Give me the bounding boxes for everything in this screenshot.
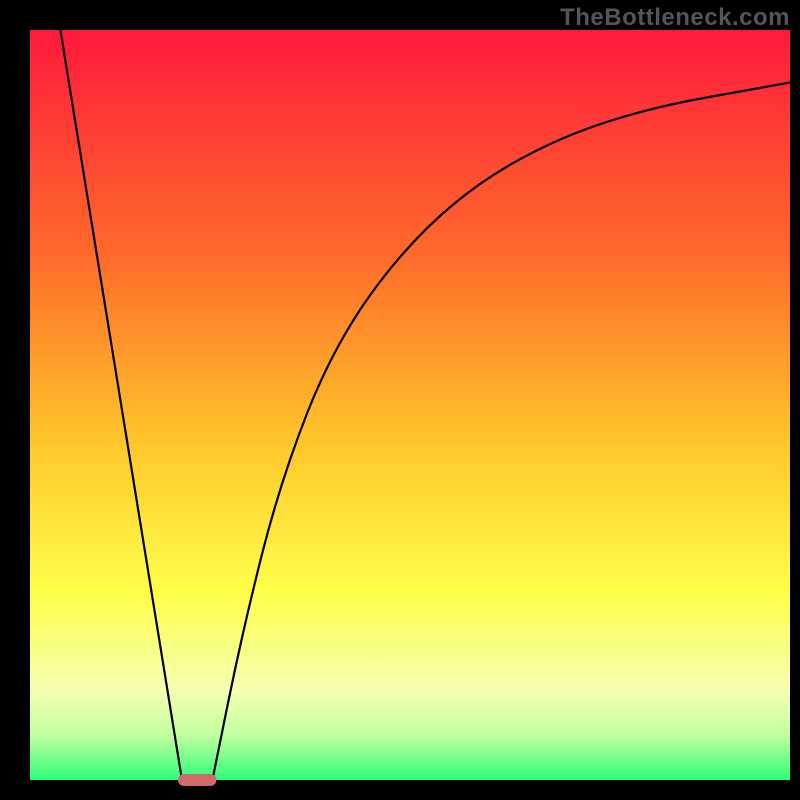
minimum-marker bbox=[178, 774, 216, 786]
chart-container: TheBottleneck.com bbox=[0, 0, 800, 800]
chart-svg bbox=[0, 0, 800, 800]
watermark-text: TheBottleneck.com bbox=[560, 4, 790, 32]
plot-background bbox=[30, 30, 790, 780]
